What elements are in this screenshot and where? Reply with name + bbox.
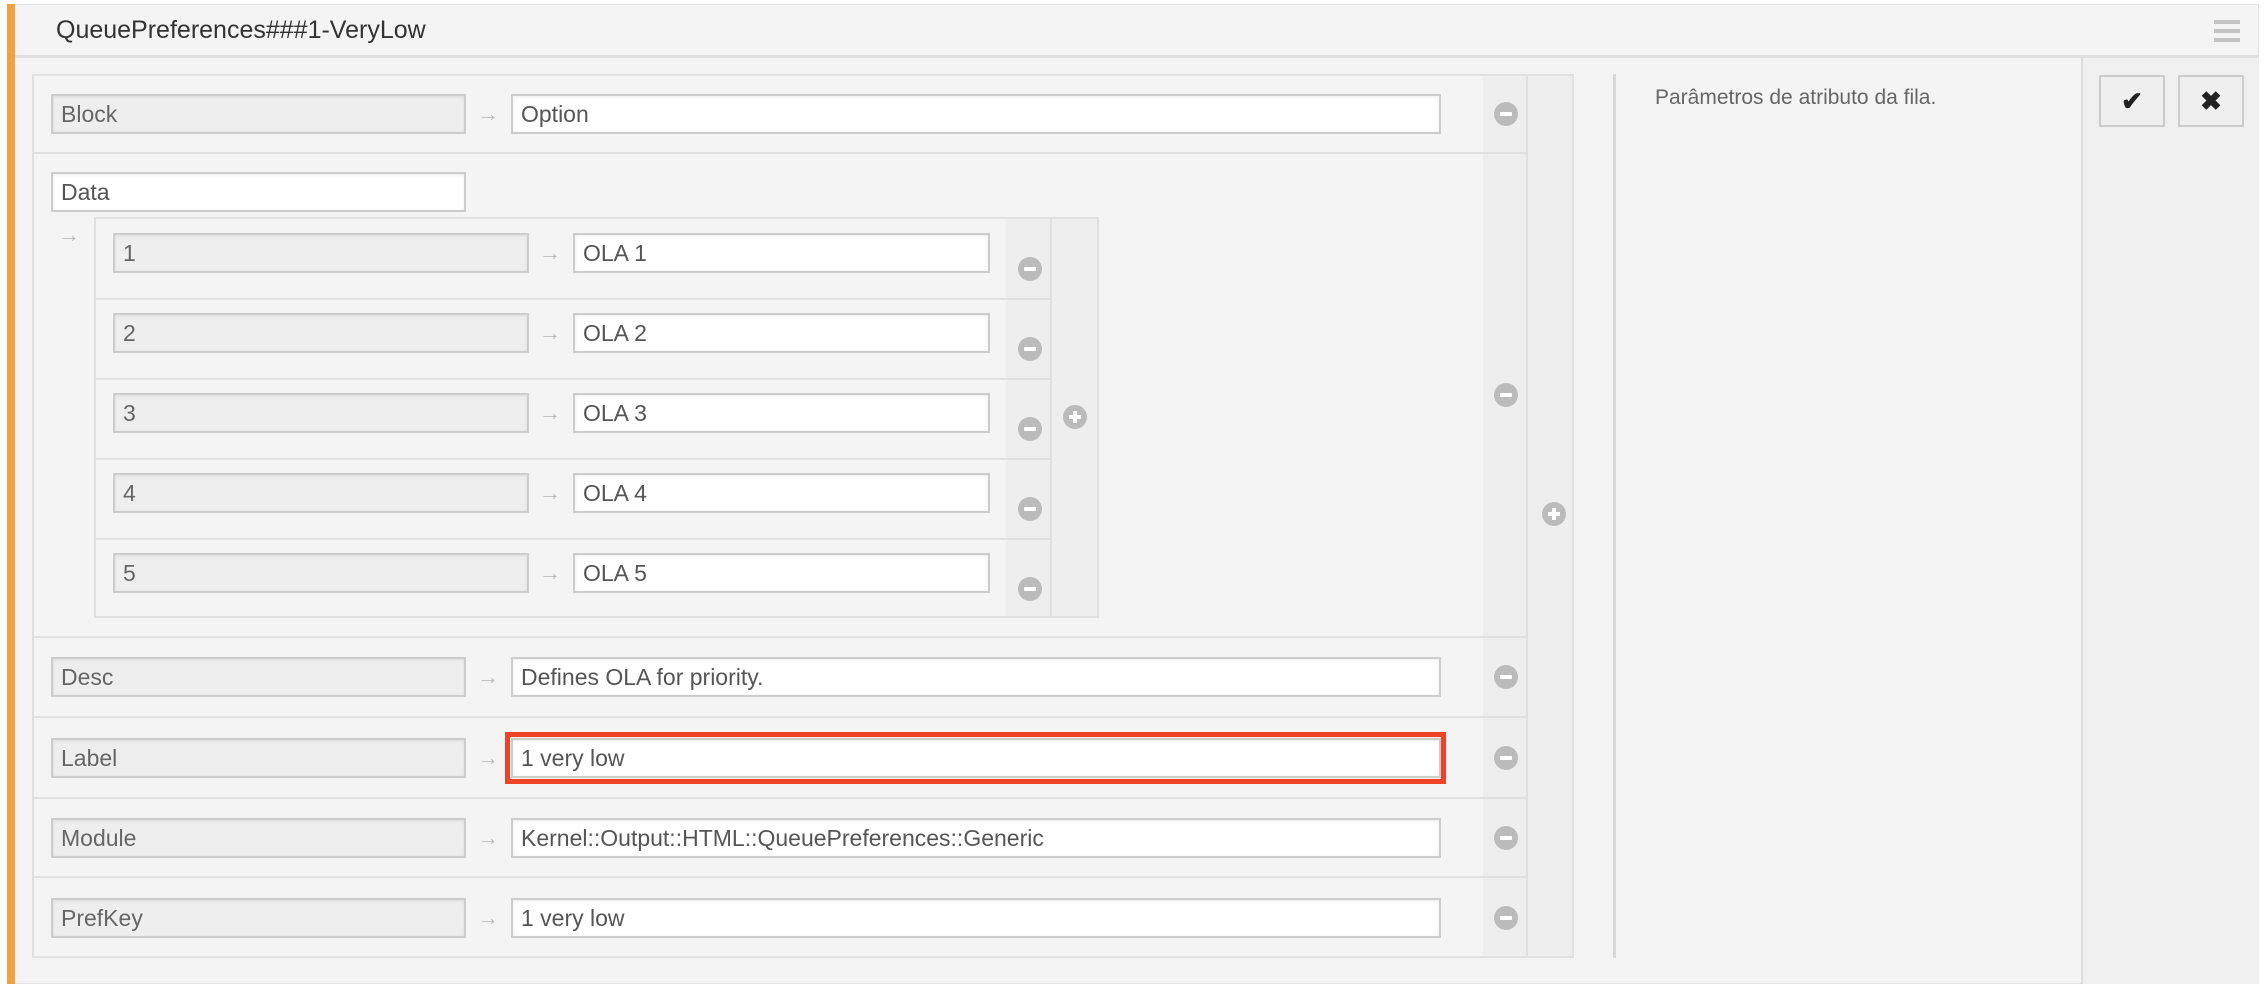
arrow-icon: → [477,100,499,126]
value-input[interactable]: OLA 5 [573,553,990,593]
arrow-icon: → [477,904,499,930]
key-input-label: Label [51,737,466,778]
row-divider [34,797,1528,799]
row-divider [34,152,1528,154]
arrow-icon: → [58,222,80,247]
remove-entry-icon[interactable] [1494,905,1518,930]
arrow-icon: → [477,664,499,689]
remove-column [1483,76,1528,956]
arrow-icon: → [477,824,499,850]
key-input-data[interactable]: Data [51,172,466,212]
remove-entry-icon[interactable] [1494,745,1518,770]
nested-add-entry-icon[interactable] [1063,405,1087,429]
header-divider [15,55,2259,58]
remove-entry-icon[interactable] [1494,383,1518,407]
close-icon: ✖ [2200,86,2222,116]
highlight-box [505,731,1446,784]
key-input: 3 [113,393,529,433]
row-divider [34,636,1528,638]
key-input: 4 [113,473,529,513]
value-input[interactable]: OLA 1 [573,233,990,273]
remove-entry-icon[interactable] [1018,497,1042,521]
remove-entry-icon[interactable] [1018,337,1042,361]
value-input-module[interactable]: Kernel::Output::HTML::QueuePreferences::… [511,817,1441,858]
remove-entry-icon[interactable] [1494,665,1518,689]
value-input[interactable]: OLA 3 [573,393,990,433]
row-divider [96,538,1052,540]
key-input-module: Module [51,817,466,858]
key-input-desc: Desc [51,657,466,697]
value-input[interactable]: OLA 2 [573,313,990,353]
remove-entry-icon[interactable] [1494,825,1518,850]
arrow-icon: → [539,480,561,505]
row-divider [96,458,1052,460]
arrow-icon: → [539,240,561,265]
remove-entry-icon[interactable] [1018,417,1042,441]
accent-bar [7,4,15,984]
hamburger-icon[interactable] [2214,20,2240,42]
remove-entry-icon[interactable] [1494,101,1518,126]
row-divider [96,378,1052,380]
arrow-icon: → [539,560,561,585]
setting-description: Parâmetros de atributo da fila. [1655,86,1937,109]
remove-entry-icon[interactable] [1018,577,1042,601]
column-divider [1613,74,1616,958]
row-divider [34,716,1528,718]
key-input: 2 [113,313,529,353]
arrow-icon: → [539,320,561,345]
key-input-prefkey: PrefKey [51,897,466,938]
action-column [2081,58,2259,984]
value-input-prefkey[interactable]: 1 very low [511,897,1441,938]
arrow-icon: → [477,744,499,770]
save-button[interactable]: ✔ [2099,75,2165,127]
cancel-button[interactable]: ✖ [2178,75,2244,127]
add-entry-icon[interactable] [1542,502,1566,526]
key-input: 1 [113,233,529,273]
value-input-block[interactable]: Option [511,93,1441,134]
row-divider [34,876,1528,878]
row-divider [96,298,1052,300]
remove-entry-icon[interactable] [1018,257,1042,281]
value-input-desc[interactable]: Defines OLA for priority. [511,657,1441,697]
key-input: 5 [113,553,529,593]
key-input-block: Block [51,93,466,134]
arrow-icon: → [539,400,561,425]
value-input[interactable]: OLA 4 [573,473,990,513]
setting-title: QueuePreferences###1-VeryLow [56,16,426,44]
check-icon: ✔ [2121,86,2143,116]
